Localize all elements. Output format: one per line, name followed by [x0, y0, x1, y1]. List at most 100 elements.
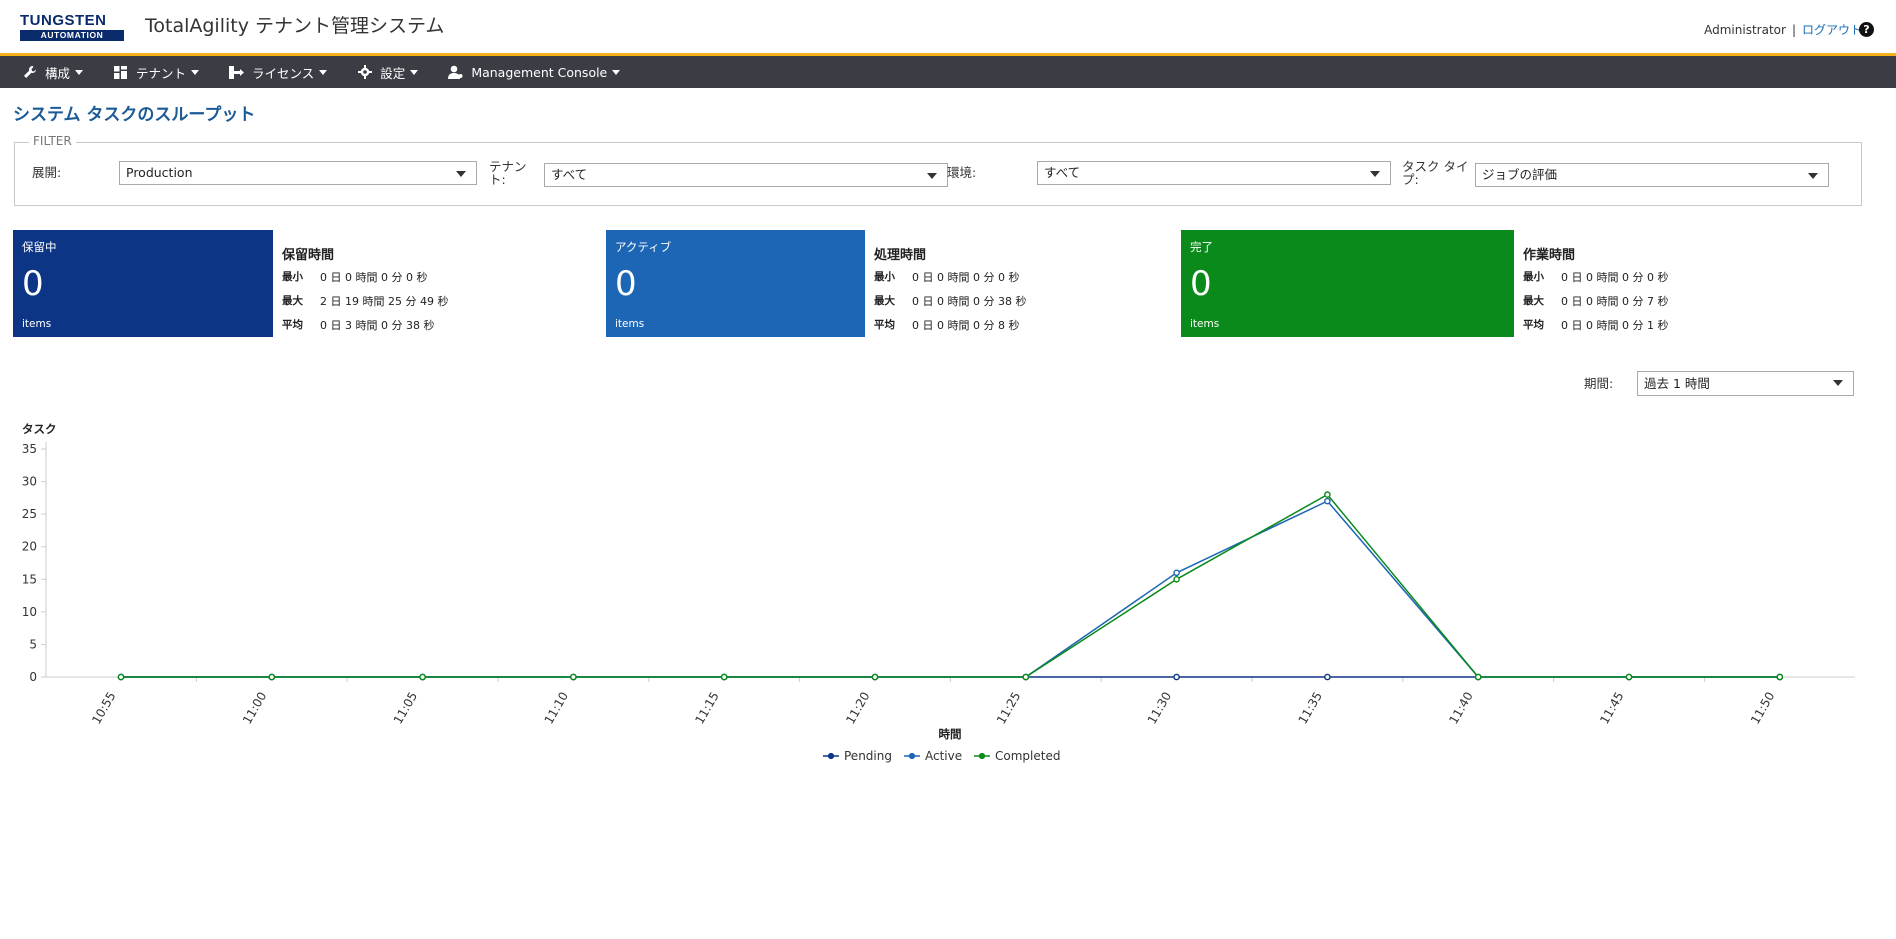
- tasktype-value: ジョブの評価: [1482, 167, 1558, 182]
- pending-data-point: [1173, 673, 1180, 681]
- period-value: 過去 1 時間: [1644, 376, 1710, 391]
- completed-series-line: [121, 493, 1780, 678]
- active-tile[interactable]: アクティブ 0 items: [606, 230, 865, 337]
- license-icon: [229, 65, 245, 80]
- y-axis-title: タスク: [22, 422, 57, 436]
- environment-select[interactable]: すべて: [1037, 161, 1391, 185]
- x-axis-title: 時間: [939, 727, 962, 741]
- completed-data-point: [871, 673, 879, 681]
- work-time-stats: 作業時間 最小 0 日 0 時間 0 分 0 秒 最大 0 日 0 時間 0 分 7…: [1523, 244, 1668, 341]
- processing-time-stats: 処理時間 最小 0 日 0 時間 0 分 0 秒 最大 0 日 0 時間 0 分 3…: [874, 244, 1026, 341]
- x-tick-label: 11:15: [692, 690, 721, 727]
- completed-count: 0: [1190, 264, 1212, 304]
- active-items-label: items: [615, 318, 645, 330]
- stat-row-min: 最小 0 日 0 時間 0 分 0 秒: [874, 269, 1026, 293]
- tenant-label: テナン ト:: [489, 160, 527, 186]
- user-separator: |: [1791, 22, 1796, 37]
- y-tick-label: 0: [29, 670, 37, 684]
- active-data-point: [1173, 569, 1180, 577]
- stat-key: 最小: [282, 271, 303, 283]
- app-title: TotalAgility テナント管理システム: [145, 15, 445, 37]
- help-icon[interactable]: ?: [1859, 22, 1874, 37]
- y-tick-label: 10: [22, 605, 37, 619]
- nav-license[interactable]: ライセンス: [229, 56, 328, 88]
- active-series-line: [121, 500, 1780, 678]
- pending-tile-label: 保留中: [22, 240, 57, 254]
- y-tick-label: 25: [22, 507, 37, 521]
- y-tick-label: 20: [22, 540, 37, 554]
- pending-time-stats: 保留時間 最小 0 日 0 時間 0 分 0 秒 最大 2 日 19 時間 25 分…: [282, 244, 448, 341]
- environment-value: すべて: [1044, 165, 1081, 180]
- deployment-select[interactable]: Production: [119, 161, 477, 185]
- app-header: TUNGSTEN AUTOMATION TotalAgility テナント管理シ…: [0, 0, 1896, 56]
- processing-time-title: 処理時間: [874, 248, 927, 263]
- tungsten-logo[interactable]: TUNGSTEN AUTOMATION: [20, 13, 124, 41]
- stat-value: 0 日 0 時間 0 分 0 秒: [1561, 271, 1669, 284]
- nav-configuration-label: 構成: [45, 65, 71, 81]
- nav-management-console[interactable]: Management Console: [448, 56, 621, 88]
- y-tick-label: 35: [22, 442, 37, 456]
- stat-row-avg: 平均 0 日 3 時間 0 分 38 秒: [282, 317, 448, 341]
- filter-panel: FILTER 展開: Production テナン ト: すべて 環境: すべて…: [14, 134, 1862, 206]
- completed-data-point: [117, 673, 125, 681]
- x-tick-label: 11:05: [391, 690, 420, 727]
- y-tick-label: 5: [29, 637, 37, 651]
- stat-row-avg: 平均 0 日 0 時間 0 分 8 秒: [874, 317, 1026, 341]
- logout-link[interactable]: ログアウト: [1802, 21, 1862, 38]
- throughput-chart: タスク 0 5 10 15 20 25 30 35 10:55 11:00 11:05 11:10 11:…: [22, 422, 1855, 763]
- pending-data-point: [1324, 673, 1331, 681]
- active-count: 0: [615, 264, 637, 304]
- completed-data-point: [720, 673, 728, 681]
- stat-value: 0 日 0 時間 0 分 38 秒: [912, 295, 1027, 308]
- dropdown-arrow-icon: [927, 173, 937, 179]
- nav-tenant-label: テナント: [136, 65, 187, 81]
- x-tick-label: 11:25: [994, 690, 1023, 727]
- nav-management-console-label: Management Console: [471, 64, 608, 80]
- completed-data-point: [1625, 673, 1633, 681]
- tasktype-label: タスク タイ プ:: [1402, 160, 1468, 186]
- nav-tenant[interactable]: テナント: [113, 56, 200, 88]
- completed-data-point: [1776, 673, 1784, 681]
- chevron-down-icon: [191, 69, 200, 75]
- user-area: Administrator | ログアウト: [1704, 21, 1862, 38]
- tasktype-select[interactable]: ジョブの評価: [1475, 163, 1829, 187]
- stat-key: 平均: [1523, 319, 1544, 331]
- completed-tile[interactable]: 完了 0 items: [1181, 230, 1514, 337]
- logo-line-2: AUTOMATION: [20, 30, 124, 41]
- period-label: 期間:: [1584, 376, 1614, 391]
- active-legend-label: Active: [925, 749, 962, 763]
- tenant-value: すべて: [551, 167, 588, 182]
- stat-row-max: 最大 0 日 0 時間 0 分 7 秒: [1523, 293, 1668, 317]
- work-time-title: 作業時間: [1523, 248, 1576, 263]
- x-tick-label: 11:00: [240, 690, 269, 727]
- x-tick-label: 11:40: [1446, 690, 1475, 727]
- nav-configuration[interactable]: 構成: [22, 56, 84, 88]
- y-tick-label: 15: [22, 572, 37, 586]
- stat-value: 0 日 3 時間 0 分 38 秒: [320, 319, 435, 332]
- nav-settings-label: 設定: [380, 65, 406, 81]
- x-tick-label: 10:55: [89, 690, 118, 727]
- nav-license-label: ライセンス: [252, 65, 315, 81]
- pending-tile[interactable]: 保留中 0 items: [13, 230, 273, 337]
- stat-row-max: 最大 2 日 19 時間 25 分 49 秒: [282, 293, 448, 317]
- pending-legend-marker: [827, 752, 835, 760]
- pending-legend-label: Pending: [844, 749, 892, 763]
- stat-key: 平均: [874, 319, 895, 331]
- pending-time-title: 保留時間: [282, 248, 335, 263]
- period-select[interactable]: 過去 1 時間: [1637, 371, 1854, 396]
- dashboard-icon: [113, 65, 128, 80]
- nav-settings[interactable]: 設定: [357, 56, 419, 88]
- stat-key: 最大: [282, 295, 303, 307]
- deployment-label: 展開:: [32, 165, 62, 180]
- active-legend-marker: [908, 752, 916, 760]
- completed-data-point: [419, 673, 426, 681]
- active-data-point: [1324, 497, 1331, 505]
- x-tick-label: 11:30: [1145, 690, 1174, 727]
- tenant-select[interactable]: すべて: [544, 163, 948, 187]
- completed-legend-marker: [978, 752, 986, 760]
- pending-count: 0: [22, 264, 44, 304]
- chevron-down-icon: [75, 69, 84, 75]
- deployment-value: Production: [126, 165, 193, 180]
- stat-value: 0 日 0 時間 0 分 7 秒: [1561, 295, 1669, 308]
- completed-items-label: items: [1190, 318, 1220, 330]
